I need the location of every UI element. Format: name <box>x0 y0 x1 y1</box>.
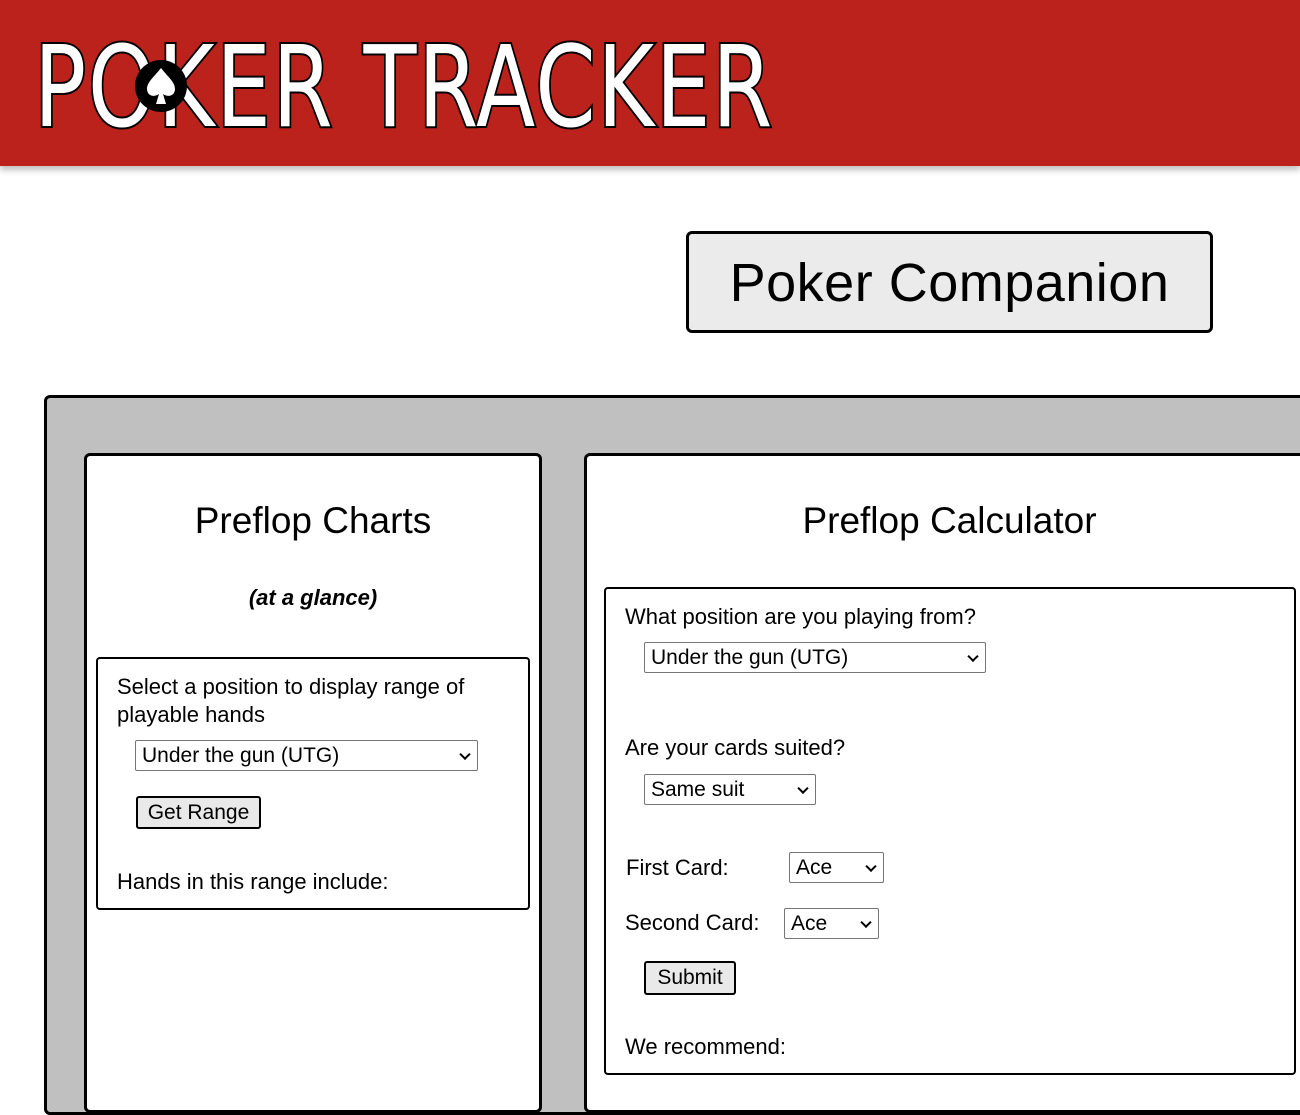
page-title-button[interactable]: Poker Companion <box>686 231 1213 333</box>
poker-tracker-logo[interactable]: POKER TRACKER <box>30 22 790 138</box>
calculator-position-select-value: Under the gun (UTG) <box>651 645 849 669</box>
charts-result-label: Hands in this range include: <box>117 869 389 894</box>
first-card-select[interactable]: Ace <box>789 852 884 883</box>
position-question: What position are you playing from? <box>625 604 976 629</box>
get-range-button[interactable]: Get Range <box>136 796 261 829</box>
site-header: POKER TRACKER <box>0 0 1300 166</box>
charts-position-prompt: Select a position to display range of pl… <box>117 674 465 727</box>
chevron-down-icon <box>797 782 809 794</box>
recommendation-label: We recommend: <box>625 1034 786 1059</box>
suited-select[interactable]: Same suit <box>644 774 816 805</box>
chevron-down-icon <box>967 650 979 662</box>
second-card-label: Second Card: <box>625 910 760 935</box>
preflop-charts-subtitle: (at a glance) <box>248 585 378 610</box>
spade-icon <box>135 60 187 112</box>
submit-button[interactable]: Submit <box>644 961 736 995</box>
charts-position-select[interactable]: Under the gun (UTG) <box>135 740 478 771</box>
charts-position-select-value: Under the gun (UTG) <box>142 743 340 767</box>
chevron-down-icon <box>459 748 471 760</box>
preflop-calculator-title: Preflop Calculator <box>802 500 1097 541</box>
chevron-down-icon <box>860 916 872 928</box>
chevron-down-icon <box>865 860 877 872</box>
suited-question: Are your cards suited? <box>625 735 846 760</box>
preflop-charts-title: Preflop Charts <box>194 500 432 541</box>
second-card-select[interactable]: Ace <box>784 908 879 939</box>
first-card-select-value: Ace <box>796 855 833 879</box>
suited-select-value: Same suit <box>651 777 745 801</box>
first-card-label: First Card: <box>626 855 729 880</box>
second-card-select-value: Ace <box>791 911 828 935</box>
calculator-position-select[interactable]: Under the gun (UTG) <box>644 642 986 673</box>
